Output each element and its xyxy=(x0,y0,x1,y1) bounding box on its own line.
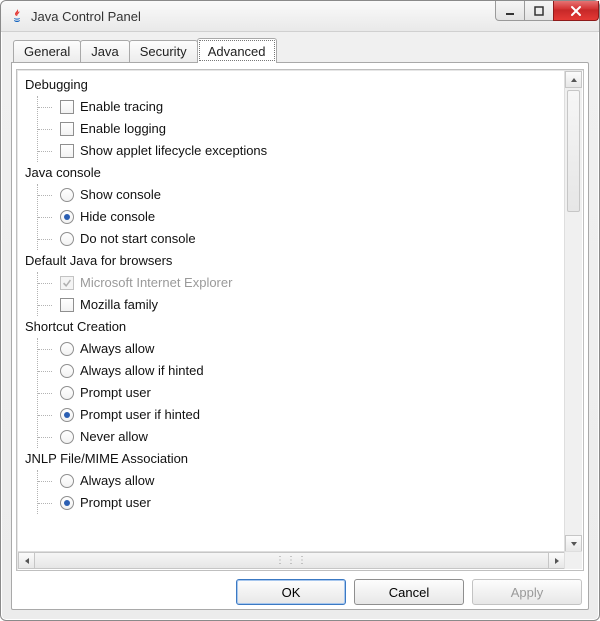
checkbox-icon xyxy=(60,298,74,312)
opt-mozilla-family[interactable]: Mozilla family xyxy=(38,294,583,316)
group-default-java-browsers-children: Microsoft Internet Explorer Mozilla fami… xyxy=(37,272,583,316)
radio-icon xyxy=(60,342,74,356)
opt-sc-never-allow[interactable]: Never allow xyxy=(38,426,583,448)
grip-icon: ⋮⋮⋮ xyxy=(275,555,308,566)
titlebar: Java Control Panel xyxy=(1,1,599,32)
scroll-corner xyxy=(564,551,582,569)
radio-icon xyxy=(60,210,74,224)
apply-button: Apply xyxy=(472,579,582,605)
scroll-up-arrow-icon[interactable] xyxy=(565,71,582,88)
tab-general[interactable]: General xyxy=(13,40,81,62)
opt-msie: Microsoft Internet Explorer xyxy=(38,272,583,294)
vertical-scrollbar[interactable] xyxy=(564,71,582,552)
opt-do-not-start-console[interactable]: Do not start console xyxy=(38,228,583,250)
tab-java[interactable]: Java xyxy=(80,40,129,62)
radio-icon xyxy=(60,386,74,400)
radio-icon xyxy=(60,232,74,246)
option-label: Enable logging xyxy=(80,118,166,140)
option-label: Prompt user xyxy=(80,492,151,514)
group-jnlp-assoc-children: Always allow Prompt user xyxy=(37,470,583,514)
radio-icon xyxy=(60,430,74,444)
tabpage-advanced: Debugging Enable tracing Enable logging … xyxy=(11,62,589,610)
java-icon xyxy=(9,8,25,24)
group-java-console: Java console xyxy=(23,162,583,184)
opt-sc-prompt-user-hinted[interactable]: Prompt user if hinted xyxy=(38,404,583,426)
radio-icon xyxy=(60,364,74,378)
opt-jnlp-always-allow[interactable]: Always allow xyxy=(38,470,583,492)
option-label: Do not start console xyxy=(80,228,196,250)
dialog-buttons: OK Cancel Apply xyxy=(16,571,584,605)
option-label: Always allow xyxy=(80,470,154,492)
opt-jnlp-prompt-user[interactable]: Prompt user xyxy=(38,492,583,514)
tabstrip: General Java Security Advanced xyxy=(11,38,589,62)
maximize-button[interactable] xyxy=(524,1,554,21)
group-java-console-children: Show console Hide console Do not start c… xyxy=(37,184,583,250)
checkbox-icon xyxy=(60,144,74,158)
option-label: Hide console xyxy=(80,206,155,228)
radio-icon xyxy=(60,408,74,422)
option-label: Never allow xyxy=(80,426,148,448)
opt-enable-logging[interactable]: Enable logging xyxy=(38,118,583,140)
radio-icon xyxy=(60,474,74,488)
option-label: Show applet lifecycle exceptions xyxy=(80,140,267,162)
option-label: Prompt user if hinted xyxy=(80,404,200,426)
window-frame: Java Control Panel General Java Security… xyxy=(0,0,600,621)
scroll-left-arrow-icon[interactable] xyxy=(18,552,35,569)
tab-advanced[interactable]: Advanced xyxy=(197,38,277,63)
checkbox-icon xyxy=(60,122,74,136)
option-label: Always allow xyxy=(80,338,154,360)
hscroll-track[interactable]: ⋮⋮⋮ xyxy=(34,552,549,569)
opt-sc-always-allow-hinted[interactable]: Always allow if hinted xyxy=(38,360,583,382)
settings-tree: Debugging Enable tracing Enable logging … xyxy=(23,74,583,514)
option-label: Always allow if hinted xyxy=(80,360,204,382)
close-button[interactable] xyxy=(553,1,599,21)
client-area: General Java Security Advanced Debugging… xyxy=(1,32,599,620)
checkbox-icon xyxy=(60,100,74,114)
opt-show-console[interactable]: Show console xyxy=(38,184,583,206)
option-label: Enable tracing xyxy=(80,96,163,118)
minimize-button[interactable] xyxy=(495,1,525,21)
horizontal-scrollbar[interactable]: ⋮⋮⋮ xyxy=(18,551,565,569)
ok-button[interactable]: OK xyxy=(236,579,346,605)
opt-sc-always-allow[interactable]: Always allow xyxy=(38,338,583,360)
tab-security[interactable]: Security xyxy=(129,40,198,62)
window-controls xyxy=(495,1,599,31)
option-label: Show console xyxy=(80,184,161,206)
cancel-button[interactable]: Cancel xyxy=(354,579,464,605)
scroll-down-arrow-icon[interactable] xyxy=(565,535,582,552)
opt-show-applet-exceptions[interactable]: Show applet lifecycle exceptions xyxy=(38,140,583,162)
scroll-right-arrow-icon[interactable] xyxy=(548,552,565,569)
opt-sc-prompt-user[interactable]: Prompt user xyxy=(38,382,583,404)
radio-icon xyxy=(60,188,74,202)
radio-icon xyxy=(60,496,74,510)
checkbox-icon xyxy=(60,276,74,290)
group-debugging-children: Enable tracing Enable logging Show apple… xyxy=(37,96,583,162)
option-label: Prompt user xyxy=(80,382,151,404)
option-label: Microsoft Internet Explorer xyxy=(80,272,232,294)
settings-tree-viewport: Debugging Enable tracing Enable logging … xyxy=(17,70,583,570)
group-shortcut-creation-children: Always allow Always allow if hinted Prom… xyxy=(37,338,583,448)
group-default-java-browsers: Default Java for browsers xyxy=(23,250,583,272)
group-jnlp-assoc: JNLP File/MIME Association xyxy=(23,448,583,470)
scroll-thumb[interactable] xyxy=(567,90,580,212)
titlebar-left: Java Control Panel xyxy=(9,1,495,31)
opt-enable-tracing[interactable]: Enable tracing xyxy=(38,96,583,118)
settings-tree-container: Debugging Enable tracing Enable logging … xyxy=(16,69,584,571)
group-shortcut-creation: Shortcut Creation xyxy=(23,316,583,338)
window-title: Java Control Panel xyxy=(31,9,141,24)
opt-hide-console[interactable]: Hide console xyxy=(38,206,583,228)
group-debugging: Debugging xyxy=(23,74,583,96)
option-label: Mozilla family xyxy=(80,294,158,316)
